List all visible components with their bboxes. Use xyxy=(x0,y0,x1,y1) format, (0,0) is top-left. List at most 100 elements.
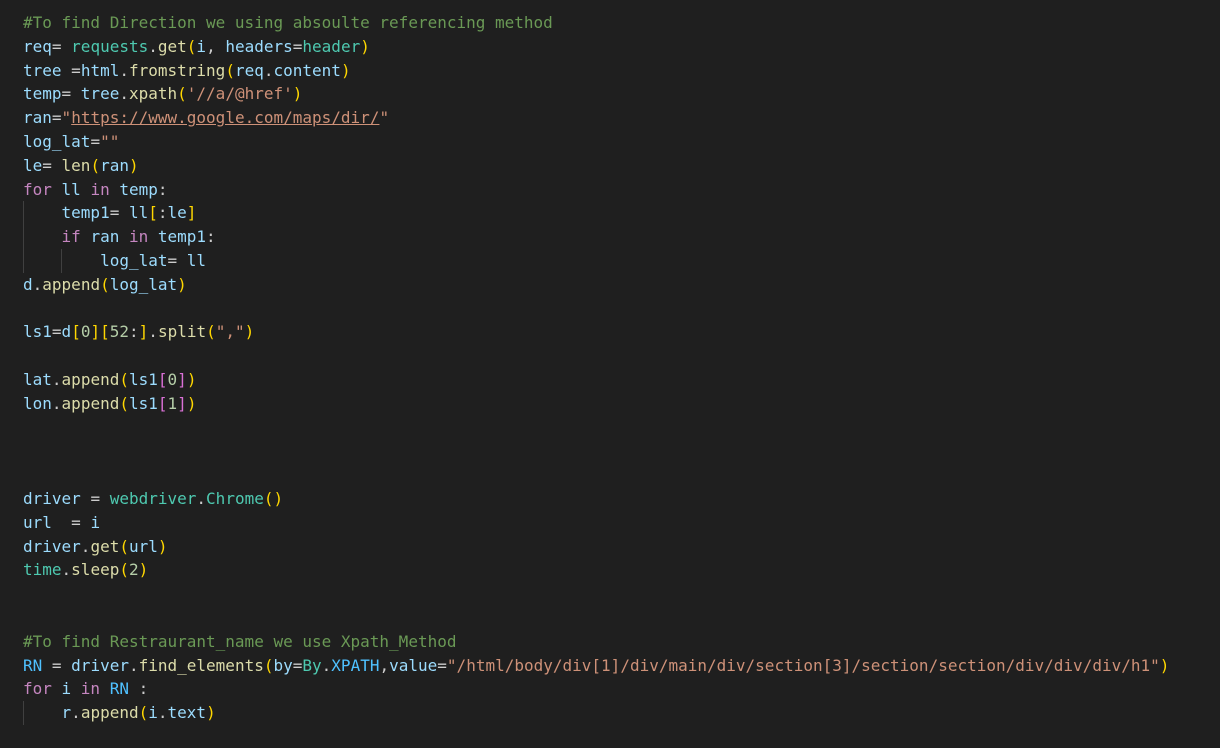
code-token: . xyxy=(157,703,168,723)
code-line[interactable]: log_lat="" xyxy=(23,130,1220,154)
code-token: ( xyxy=(90,155,101,175)
code-token: = xyxy=(90,488,110,508)
code-token: append xyxy=(42,274,101,294)
code-line[interactable] xyxy=(23,582,1220,606)
code-token: #To find Direction we using absoulte ref… xyxy=(23,13,553,32)
code-line[interactable]: for ll in temp: xyxy=(23,178,1220,202)
code-token: header xyxy=(302,36,361,56)
code-token: " xyxy=(379,108,390,128)
code-token: ran xyxy=(100,155,129,175)
code-token: () xyxy=(263,488,284,508)
indent-guide xyxy=(23,201,24,226)
code-token: for xyxy=(23,179,62,199)
code-token: ( xyxy=(119,560,129,580)
code-line[interactable]: temp= tree.xpath('//a/@href') xyxy=(23,82,1220,106)
code-token: . xyxy=(263,60,274,80)
code-token: text xyxy=(167,703,207,723)
code-token: temp1 xyxy=(157,227,207,247)
code-token: 1 xyxy=(167,393,178,413)
code-line[interactable]: for i in RN : xyxy=(23,677,1220,701)
code-token: : xyxy=(138,679,149,699)
code-line[interactable]: r.append(i.text) xyxy=(23,701,1220,725)
code-token: ran xyxy=(23,108,52,128)
code-line[interactable] xyxy=(23,439,1220,463)
code-token: , xyxy=(206,36,226,56)
code-token: . xyxy=(321,655,332,675)
code-line[interactable]: temp1= ll[:le] xyxy=(23,201,1220,226)
code-line[interactable]: lon.append(ls1[1]) xyxy=(23,392,1220,416)
code-token: d xyxy=(61,322,72,342)
code-token: ( xyxy=(119,369,129,389)
code-token: by xyxy=(273,655,293,675)
code-line[interactable]: ran="https://www.google.com/maps/dir/" xyxy=(23,106,1220,130)
code-token: for xyxy=(23,679,62,699)
code-token: " xyxy=(61,108,72,128)
code-token: len xyxy=(61,155,91,175)
code-token: XPATH xyxy=(331,655,380,675)
code-token: = xyxy=(90,131,101,151)
code-line[interactable]: log_lat= ll xyxy=(23,248,1220,273)
code-line[interactable]: time.sleep(2) xyxy=(23,558,1220,582)
code-line[interactable]: driver.get(url) xyxy=(23,535,1220,559)
code-token: 0 xyxy=(167,369,178,389)
code-line[interactable] xyxy=(23,416,1220,440)
code-token: ) xyxy=(138,560,149,580)
code-token: = xyxy=(51,322,62,342)
code-token: ll xyxy=(128,203,149,223)
code-line[interactable]: lat.append(ls1[0]) xyxy=(23,368,1220,392)
code-token: . xyxy=(119,84,129,104)
code-line[interactable]: RN = driver.find_elements(by=By.XPATH,va… xyxy=(23,654,1220,678)
code-token: = xyxy=(51,655,72,675)
code-token: ll xyxy=(186,250,207,270)
code-line[interactable] xyxy=(23,344,1220,368)
code-line[interactable]: #To find Restraurant_name we use Xpath_M… xyxy=(23,630,1220,654)
code-line[interactable]: #To find Direction we using absoulte ref… xyxy=(23,11,1220,35)
code-token: temp xyxy=(119,179,158,199)
code-token: ] xyxy=(186,203,197,223)
code-token: req xyxy=(23,36,52,56)
code-token: [ xyxy=(148,203,158,223)
code-token: i xyxy=(90,512,101,532)
code-token: r xyxy=(61,703,72,723)
code-token: ] xyxy=(177,369,187,389)
code-token: ) xyxy=(128,155,139,175)
code-line[interactable] xyxy=(23,297,1220,321)
code-line[interactable]: tree =html.fromstring(req.content) xyxy=(23,59,1220,83)
code-line[interactable]: ls1=d[0][52:].split(",") xyxy=(23,320,1220,344)
code-line[interactable]: le= len(ran) xyxy=(23,154,1220,178)
code-token: = xyxy=(109,203,129,223)
code-token: ls1 xyxy=(128,369,158,389)
code-editor[interactable]: #To find Direction we using absoulte ref… xyxy=(0,0,1220,748)
code-token: time xyxy=(23,560,62,580)
code-token: lon xyxy=(23,393,52,413)
code-token: in xyxy=(90,179,120,199)
code-token: ) xyxy=(1159,655,1170,675)
code-line[interactable]: url = i xyxy=(23,511,1220,535)
code-token: ) xyxy=(177,274,187,294)
code-line[interactable] xyxy=(23,463,1220,487)
code-area[interactable]: #To find Direction we using absoulte ref… xyxy=(23,11,1220,725)
code-token: = xyxy=(292,655,303,675)
code-token: in xyxy=(80,679,110,699)
code-token: [ xyxy=(157,393,168,413)
code-token: . xyxy=(71,703,81,723)
code-token: #To find Restraurant_name we use Xpath_M… xyxy=(23,631,457,651)
code-line[interactable]: req= requests.get(i, headers=header) xyxy=(23,35,1220,59)
code-token: ( xyxy=(177,84,187,104)
code-token: = xyxy=(61,84,81,104)
code-token: = xyxy=(292,36,303,56)
code-token: ] xyxy=(138,322,149,342)
code-token: get xyxy=(90,536,120,556)
code-token: d xyxy=(23,274,33,294)
code-token: find_elements xyxy=(138,655,264,675)
code-token: "," xyxy=(215,322,245,342)
code-token: . xyxy=(61,560,72,580)
code-token: driver xyxy=(23,536,81,556)
code-token: append xyxy=(80,703,139,723)
code-line[interactable] xyxy=(23,606,1220,630)
code-line[interactable]: driver = webdriver.Chrome() xyxy=(23,487,1220,511)
code-token: . xyxy=(148,36,158,56)
code-token: requests xyxy=(71,36,149,56)
code-line[interactable]: d.append(log_lat) xyxy=(23,273,1220,297)
code-line[interactable]: if ran in temp1: xyxy=(23,225,1220,249)
